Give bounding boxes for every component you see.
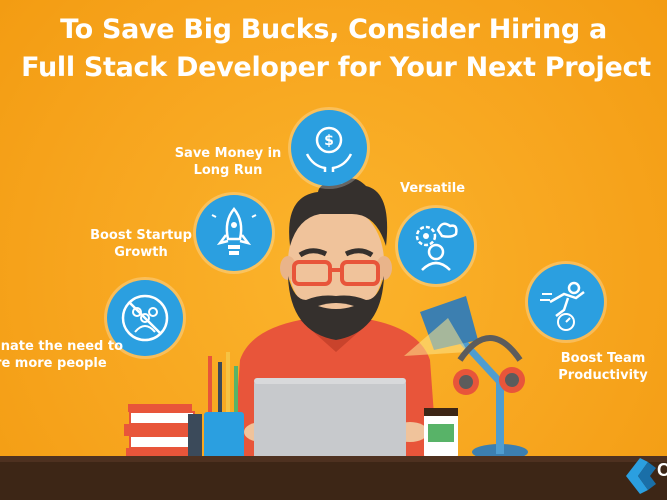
benefit-boost-productivity: Boost Team Productivity (558, 351, 648, 383)
book-stack (124, 404, 202, 460)
brand-letter: C (657, 460, 667, 480)
gears-person-icon (398, 208, 474, 284)
pencil-cup (204, 352, 244, 462)
speed-runner-icon (528, 264, 604, 340)
benefit-boost-startup: Boost Startup Growth (90, 228, 192, 260)
money-hands-icon: $ (291, 110, 367, 186)
benefit-save-money: Save Money in Long Run (174, 146, 282, 178)
rocket-bulb-icon (196, 195, 272, 271)
svg-text:$: $ (324, 133, 334, 149)
laptop (254, 378, 406, 462)
benefit-eliminate-hiring: Eliminate the need tohire more people (0, 339, 124, 371)
coffee-cup (424, 408, 458, 458)
desk (0, 462, 667, 500)
benefit-versatile: Versatile (400, 181, 466, 196)
infographic: To Save Big Bucks, Consider Hiring a Ful… (0, 0, 667, 500)
